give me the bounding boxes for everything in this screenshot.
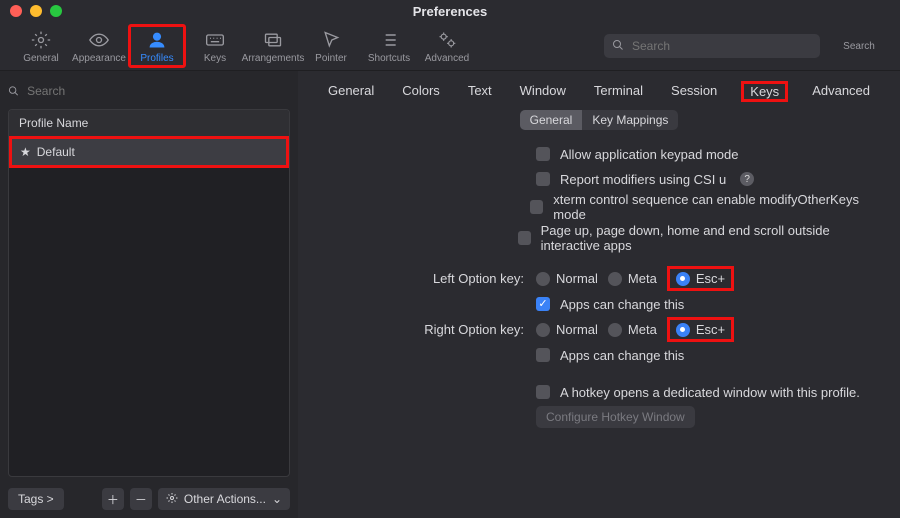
tool-label: General (23, 53, 59, 64)
tool-appearance[interactable]: Appearance (70, 24, 128, 68)
tab-session[interactable]: Session (667, 81, 721, 102)
tab-colors[interactable]: Colors (398, 81, 444, 102)
search-icon (8, 85, 19, 97)
tab-advanced[interactable]: Advanced (808, 81, 874, 102)
chk-xterm-other[interactable] (530, 200, 543, 214)
radio-right-normal[interactable]: Normal (536, 322, 598, 337)
subtab-key-mappings[interactable]: Key Mappings (582, 110, 678, 130)
window-title: Preferences (413, 4, 487, 19)
eye-icon (88, 29, 110, 51)
tool-label: Appearance (72, 53, 126, 64)
lbl-page-scroll: Page up, page down, home and end scroll … (541, 223, 882, 253)
help-icon[interactable]: ? (740, 172, 754, 186)
pointer-icon (320, 29, 342, 51)
keyboard-icon (204, 29, 226, 51)
lbl-report-csi: Report modifiers using CSI u (560, 172, 726, 187)
tool-label: Shortcuts (368, 53, 410, 64)
tab-window[interactable]: Window (516, 81, 570, 102)
subtab-general[interactable]: General (520, 110, 583, 130)
titlebar: Preferences (0, 0, 900, 22)
keys-subtabs: General Key Mappings (316, 110, 882, 130)
list-icon (378, 29, 400, 51)
lbl-apps-change-left: Apps can change this (560, 297, 684, 312)
tab-keys[interactable]: Keys (741, 81, 788, 102)
chk-hotkey-profile[interactable] (536, 385, 550, 399)
gears-icon (436, 29, 458, 51)
toolbar-search[interactable] (604, 34, 820, 58)
tool-label: Advanced (425, 53, 469, 64)
traffic-lights (10, 5, 62, 17)
sidebar-footer: Tags > ＋ － Other Actions... ⌄ (8, 485, 290, 513)
sidebar-search[interactable] (8, 81, 290, 101)
tool-advanced[interactable]: Advanced (418, 24, 476, 68)
close-window[interactable] (10, 5, 22, 17)
profile-list: Profile Name ★ Default (8, 109, 290, 477)
zoom-window[interactable] (50, 5, 62, 17)
profile-tabs: General Colors Text Window Terminal Sess… (316, 81, 882, 102)
radio-left-normal[interactable]: Normal (536, 271, 598, 286)
person-icon (146, 29, 168, 51)
chk-apps-change-right[interactable] (536, 348, 550, 362)
label-right-option: Right Option key: (358, 322, 536, 337)
other-actions-menu[interactable]: Other Actions... ⌄ (158, 488, 290, 510)
chk-page-scroll[interactable] (518, 231, 530, 245)
lbl-xterm-other: xterm control sequence can enable modify… (553, 192, 882, 222)
radio-left-meta[interactable]: Meta (608, 271, 657, 286)
profile-row-default[interactable]: ★ Default (9, 136, 289, 168)
tool-shortcuts[interactable]: Shortcuts (360, 24, 418, 68)
tool-label: Pointer (315, 53, 347, 64)
tool-general[interactable]: General (12, 24, 70, 68)
tags-button[interactable]: Tags > (8, 488, 64, 510)
gear-icon (30, 29, 52, 51)
tab-text[interactable]: Text (464, 81, 496, 102)
label-left-option: Left Option key: (358, 271, 536, 286)
lbl-allow-keypad: Allow application keypad mode (560, 147, 739, 162)
add-profile-button[interactable]: ＋ (102, 488, 124, 510)
tab-general[interactable]: General (324, 81, 378, 102)
sidebar-search-input[interactable] (25, 83, 290, 99)
chk-apps-change-left[interactable] (536, 297, 550, 311)
profiles-sidebar: Profile Name ★ Default Tags > ＋ － Other … (0, 71, 298, 518)
tool-label: Keys (204, 53, 226, 64)
tab-terminal[interactable]: Terminal (590, 81, 647, 102)
remove-profile-button[interactable]: － (130, 488, 152, 510)
lbl-apps-change-right: Apps can change this (560, 348, 684, 363)
chk-report-csi[interactable] (536, 172, 550, 186)
tool-keys[interactable]: Keys (186, 24, 244, 68)
main-pane: General Colors Text Window Terminal Sess… (298, 71, 900, 518)
radio-left-esc[interactable]: Esc+ (667, 266, 734, 291)
profile-list-header: Profile Name (9, 110, 289, 136)
chevron-down-icon: ⌄ (272, 492, 282, 506)
chk-allow-keypad[interactable] (536, 147, 550, 161)
tool-arrangements[interactable]: Arrangements (244, 24, 302, 68)
tool-label: Arrangements (242, 53, 305, 64)
configure-hotkey-button: Configure Hotkey Window (536, 406, 695, 428)
other-actions-label: Other Actions... (184, 492, 266, 506)
lbl-hotkey-profile: A hotkey opens a dedicated window with t… (560, 385, 860, 400)
tool-profiles[interactable]: Profiles (128, 24, 186, 68)
radio-right-meta[interactable]: Meta (608, 322, 657, 337)
tool-label: Profiles (140, 53, 173, 64)
minimize-window[interactable] (30, 5, 42, 17)
toolbar-search-input[interactable] (630, 38, 812, 54)
search-icon (612, 39, 624, 54)
radio-right-esc[interactable]: Esc+ (667, 317, 734, 342)
prefs-toolbar: General Appearance Profiles Keys Arrange… (0, 22, 900, 71)
toolbar-search-label: Search (830, 41, 888, 52)
star-icon: ★ (20, 145, 31, 159)
gear-icon (166, 492, 178, 507)
tool-pointer[interactable]: Pointer (302, 24, 360, 68)
profile-name: Default (37, 145, 75, 159)
windows-icon (262, 29, 284, 51)
